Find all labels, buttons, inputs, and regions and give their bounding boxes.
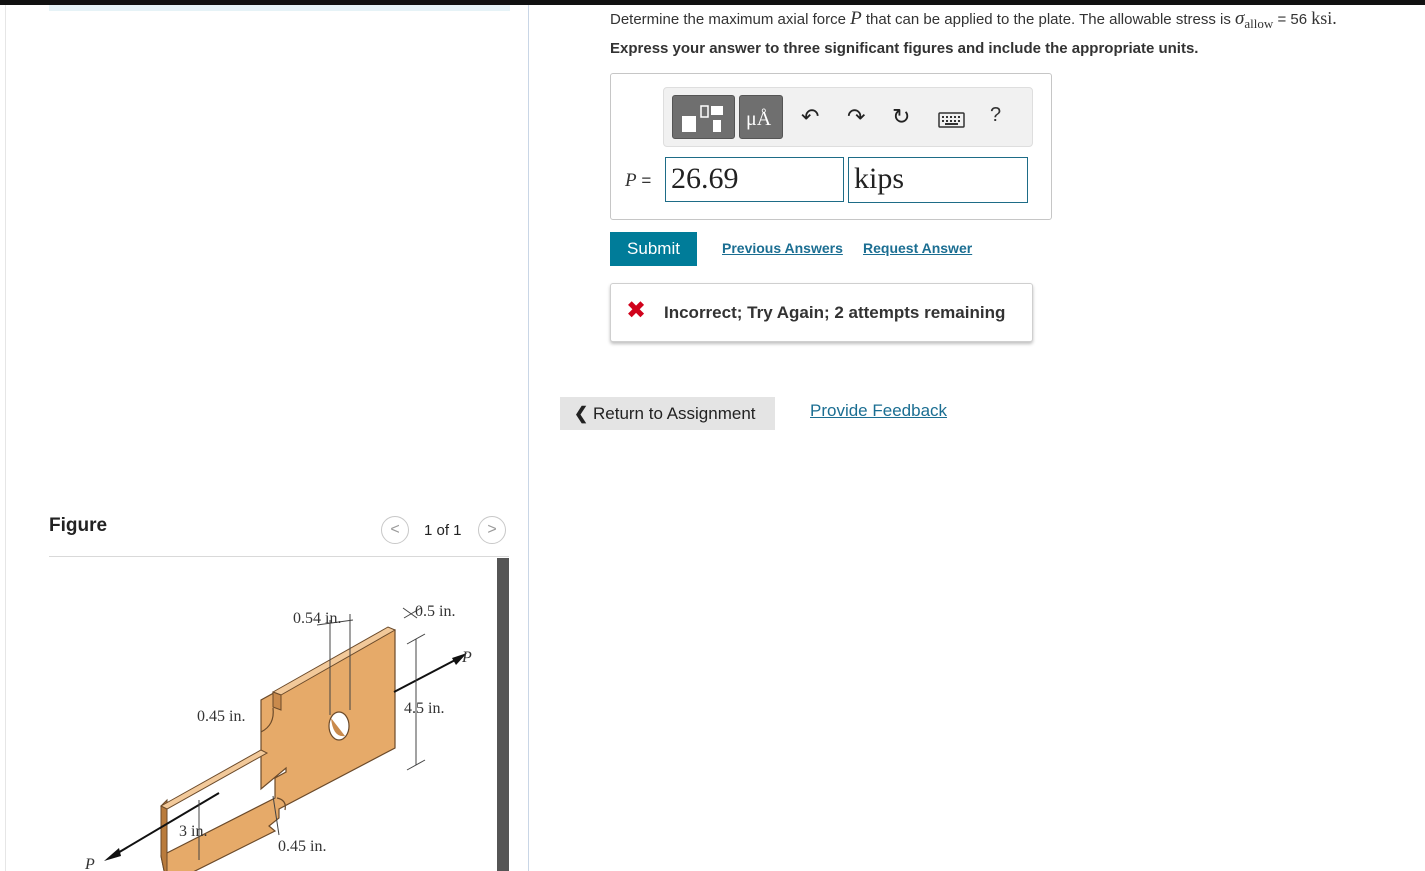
figure-pager: 1 of 1 xyxy=(424,522,462,539)
question-text: Determine the maximum axial force P that… xyxy=(610,8,1337,31)
chevron-left-icon: < xyxy=(390,521,400,538)
plate-hole xyxy=(328,711,350,741)
answer-unit-input[interactable]: kips xyxy=(848,157,1028,203)
right-force-arrow xyxy=(393,657,460,693)
question-part-2: that can be applied to the plate. The al… xyxy=(865,11,1231,28)
answer-value-input[interactable]: 26.69 xyxy=(665,157,844,202)
label-p-right: P xyxy=(461,649,472,666)
question-eq: = 56 xyxy=(1277,11,1308,28)
label-3: 3 in. xyxy=(179,823,207,840)
figure-title: Figure xyxy=(49,515,108,536)
question-unit: ksi. xyxy=(1311,8,1337,28)
help-icon[interactable]: ? xyxy=(990,104,1001,127)
plate-step-edge xyxy=(272,691,282,711)
return-to-assignment-button[interactable]: ❮ Return to Assignment xyxy=(560,397,775,430)
previous-figure-button[interactable]: < xyxy=(381,516,409,544)
question-instruction: Express your answer to three significant… xyxy=(610,40,1199,57)
question-part-1: Determine the maximum axial force xyxy=(610,11,846,28)
plate-lower-top-edge xyxy=(159,749,269,810)
undo-icon[interactable]: ↶ xyxy=(801,104,819,130)
figure-scrollbar[interactable] xyxy=(497,558,509,871)
label-045-a: 0.45 in. xyxy=(197,708,245,725)
answer-label-eq: = xyxy=(641,171,652,190)
reset-icon[interactable]: ↻ xyxy=(892,104,910,130)
units-icon: μÅ xyxy=(746,108,772,130)
provide-feedback-link[interactable]: Provide Feedback xyxy=(810,401,947,421)
request-answer-link[interactable]: Request Answer xyxy=(863,240,972,256)
templates-icon xyxy=(682,105,723,132)
left-top-strip xyxy=(49,5,510,11)
label-045-b: 0.45 in. xyxy=(278,838,326,855)
redo-icon[interactable]: ↷ xyxy=(847,104,865,130)
question-sigma-sub: allow xyxy=(1244,16,1274,31)
units-button[interactable]: μÅ xyxy=(739,95,783,139)
left-arrowhead xyxy=(104,848,121,861)
question-var-p: P xyxy=(850,8,862,29)
templates-button[interactable] xyxy=(672,95,735,139)
answer-label-var: P xyxy=(625,170,637,191)
figure-divider xyxy=(49,556,509,557)
previous-answers-link[interactable]: Previous Answers xyxy=(722,240,843,256)
question-sigma: σ xyxy=(1235,8,1245,29)
incorrect-icon: ✖ xyxy=(626,297,647,324)
submit-button[interactable]: Submit xyxy=(610,232,697,266)
chevron-left-icon: ❮ xyxy=(574,403,589,423)
label-054: 0.54 in. xyxy=(293,610,341,627)
plate-end-edge xyxy=(160,798,168,871)
return-label: Return to Assignment xyxy=(592,403,756,423)
label-05: 0.5 in. xyxy=(415,603,455,620)
label-p-left: P xyxy=(84,856,95,871)
next-figure-button[interactable]: > xyxy=(478,516,506,544)
answer-label: P = xyxy=(625,170,651,192)
feedback-message: Incorrect; Try Again; 2 attempts remaini… xyxy=(664,303,1006,322)
keyboard-icon[interactable] xyxy=(938,112,965,128)
plate-figure: 0.54 in. 0.5 in. 0.45 in. 4.5 in. 3 in. … xyxy=(84,603,472,871)
chevron-right-icon: > xyxy=(487,521,497,538)
label-45: 4.5 in. xyxy=(404,700,444,717)
